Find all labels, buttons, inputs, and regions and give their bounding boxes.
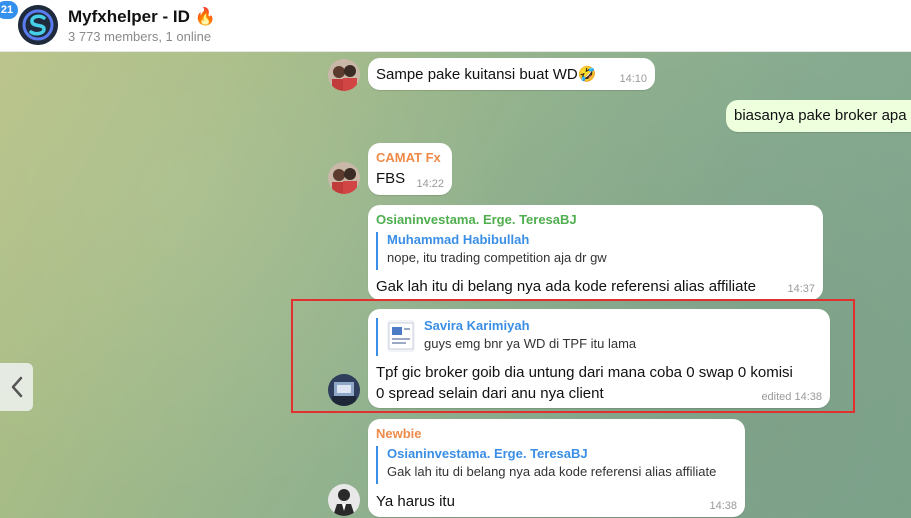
user-photo-icon	[328, 59, 360, 91]
reply-text: Gak lah itu di belang nya ada kode refer…	[387, 464, 717, 479]
sender-name[interactable]: Osianinvestama. Erge. TeresaBJ	[376, 212, 577, 227]
reply-text: nope, itu trading competition aja dr gw	[387, 250, 607, 265]
avatar[interactable]	[328, 162, 360, 194]
message-time: 14:10	[619, 73, 647, 85]
message-bubble[interactable]: Sampe pake kuitansi buat WD🤣 14:10	[368, 58, 655, 90]
back-nav-button[interactable]	[0, 363, 33, 411]
message-bubble[interactable]: CAMAT Fx FBS 14:22	[368, 143, 452, 195]
chat-header[interactable]: 21 Myfxhelper - ID 🔥 3 773 members, 1 on…	[0, 0, 911, 52]
chevron-left-icon	[11, 376, 22, 398]
s-logo-icon	[18, 5, 58, 45]
message-text: Ya harus itu	[376, 493, 455, 510]
user-photo-icon	[328, 162, 360, 194]
avatar[interactable]	[328, 484, 360, 516]
message-text: Gak lah itu di belang nya ada kode refer…	[376, 278, 756, 295]
reply-sender-name: Osianinvestama. Erge. TeresaBJ	[387, 446, 588, 461]
reply-sender-name: Muhammad Habibullah	[387, 232, 530, 247]
user-photo-icon	[328, 484, 360, 516]
avatar[interactable]	[328, 59, 360, 91]
group-avatar[interactable]	[18, 5, 58, 45]
message-text: FBS	[376, 170, 406, 187]
sender-name[interactable]: CAMAT Fx	[376, 150, 441, 165]
message-text: Sampe pake kuitansi buat WD🤣	[376, 66, 597, 83]
member-count: 3 773 members, 1 online	[68, 29, 212, 44]
message-time: 14:38	[709, 500, 737, 512]
message-time: 14:37	[787, 283, 815, 295]
reply-quote[interactable]: Osianinvestama. Erge. TeresaBJ Gak lah i…	[376, 446, 736, 484]
message-bubble[interactable]: Newbie Osianinvestama. Erge. TeresaBJ Ga…	[368, 419, 745, 517]
chat-area[interactable]: Sampe pake kuitansi buat WD🤣 14:10 biasa…	[0, 52, 911, 518]
message-bubble[interactable]: Osianinvestama. Erge. TeresaBJ Muhammad …	[368, 205, 823, 300]
reply-quote[interactable]: Muhammad Habibullah nope, itu trading co…	[376, 232, 806, 270]
highlight-annotation-box	[291, 299, 855, 413]
message-bubble-outgoing[interactable]: biasanya pake broker apa	[726, 100, 911, 132]
unread-badge[interactable]: 21	[0, 1, 18, 19]
message-time: 14:22	[416, 178, 444, 190]
page-title[interactable]: Myfxhelper - ID 🔥	[68, 7, 216, 27]
message-text: biasanya pake broker apa	[734, 107, 907, 124]
sender-name[interactable]: Newbie	[376, 426, 422, 441]
